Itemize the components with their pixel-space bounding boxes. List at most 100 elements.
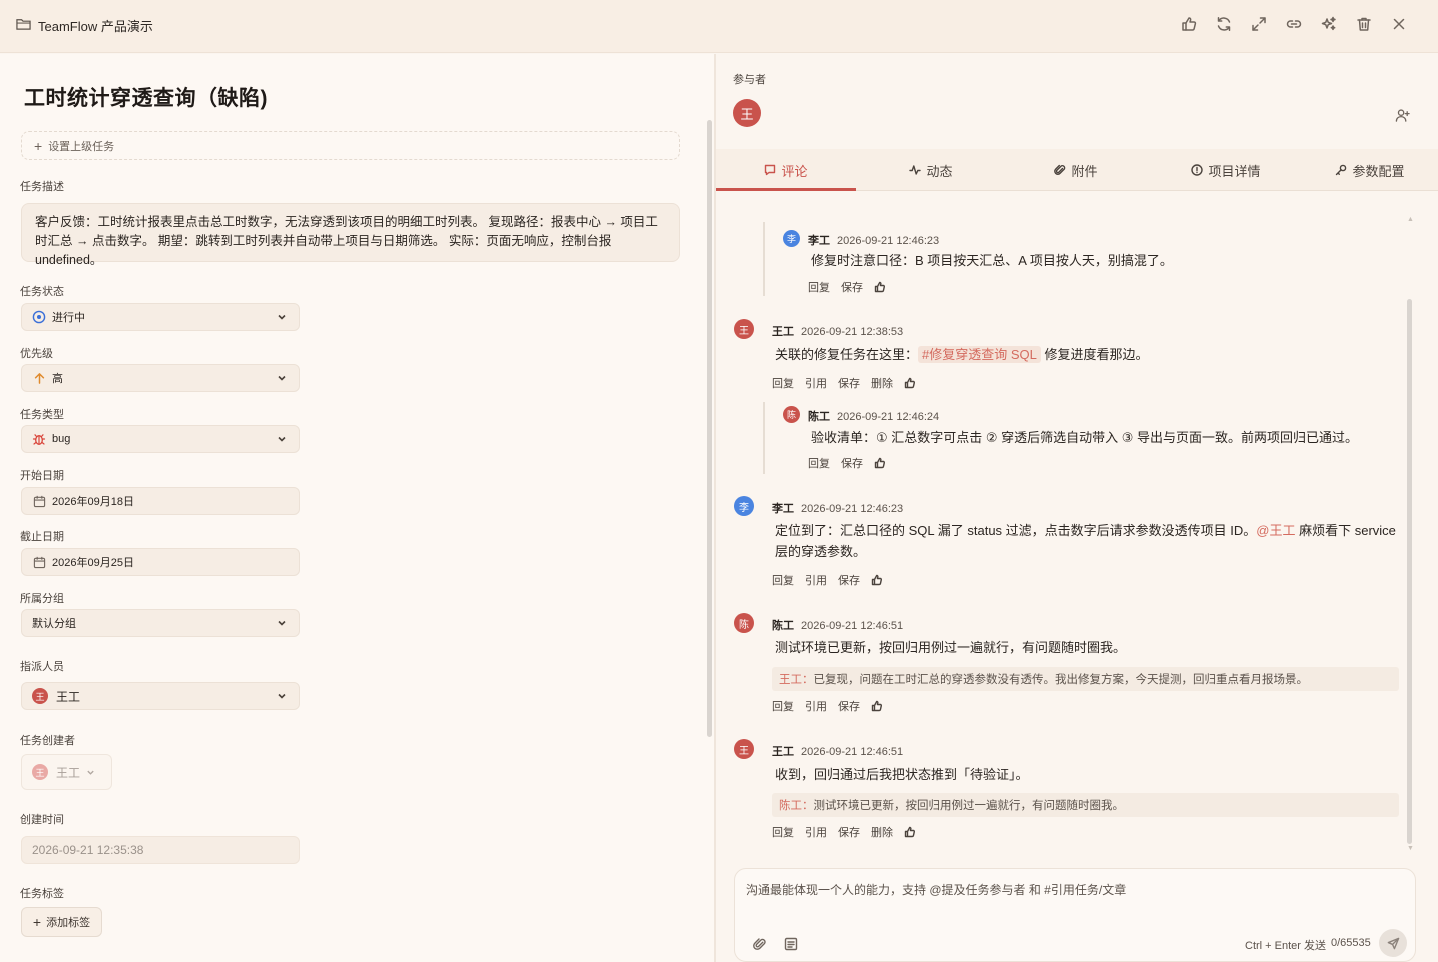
trash-icon[interactable] xyxy=(1355,15,1373,33)
thumbs-up-icon[interactable] xyxy=(904,377,916,389)
type-value: bug xyxy=(52,433,71,445)
plus-icon: + xyxy=(34,137,43,154)
sparkle-icon[interactable] xyxy=(1320,15,1338,33)
save-button[interactable]: 保存 xyxy=(838,572,860,588)
avatar: 王 xyxy=(32,688,48,704)
quote-button[interactable]: 引用 xyxy=(805,572,827,588)
quote-button[interactable]: 引用 xyxy=(805,824,827,840)
thumbs-up-icon[interactable] xyxy=(874,281,886,293)
add-participant-icon[interactable] xyxy=(1392,105,1412,125)
tab-project-details[interactable]: 项目详情 xyxy=(1156,149,1296,191)
avatar: 王 xyxy=(734,739,754,759)
due-date-field[interactable]: 2026年09月25日 xyxy=(21,548,300,576)
expand-icon[interactable] xyxy=(1250,15,1268,33)
send-button[interactable] xyxy=(1379,929,1407,957)
title-bar: TeamFlow 产品演示 xyxy=(0,0,1438,53)
reply-button[interactable]: 回复 xyxy=(772,698,794,714)
add-tag-button[interactable]: + 添加标签 xyxy=(21,907,102,937)
scroll-down-icon[interactable]: ▼ xyxy=(1407,845,1414,852)
quote-button[interactable]: 引用 xyxy=(805,698,827,714)
reply-button[interactable]: 回复 xyxy=(808,279,830,295)
tab-activity[interactable]: 动态 xyxy=(861,149,1001,191)
thread-line xyxy=(763,222,765,296)
group-value: 默认分组 xyxy=(32,618,76,630)
participant-avatar[interactable]: 王 xyxy=(733,99,761,127)
delete-button[interactable]: 删除 xyxy=(871,824,893,840)
comment-time: 2026-09-21 12:46:24 xyxy=(837,411,940,423)
thumbs-up-icon[interactable] xyxy=(904,826,916,838)
comment-icon xyxy=(765,164,776,176)
description-field[interactable]: 客户反馈：工时统计报表里点击总工时数字，无法穿透到该项目的明细工时列表。 复现路… xyxy=(21,203,680,267)
reply-button[interactable]: 回复 xyxy=(772,824,794,840)
save-button[interactable]: 保存 xyxy=(838,375,860,391)
refresh-icon[interactable] xyxy=(1215,15,1233,33)
priority-select[interactable]: 高 xyxy=(21,364,300,392)
set-parent-task-button[interactable]: + 设置上级任务 xyxy=(21,131,680,160)
status-select[interactable]: 进行中 xyxy=(21,303,300,331)
creator-select: 王 王工 xyxy=(21,754,112,790)
assignee-label: 指派人员 xyxy=(20,661,64,673)
avatar: 李 xyxy=(734,496,754,516)
comment-time: 2026-09-21 12:46:51 xyxy=(801,620,904,632)
thumbs-up-icon[interactable] xyxy=(871,574,883,586)
bug-icon xyxy=(32,432,46,446)
comment-list: ▲ ▼ 李 李工 2026-09-21 12:46:23 修复时注意口径：B 项目… xyxy=(716,192,1438,862)
key-icon xyxy=(1336,164,1347,176)
reply-button[interactable]: 回复 xyxy=(772,375,794,391)
comment-text: 收到，回归通过后我把状态推到「待验证」。 xyxy=(775,767,1029,782)
comment-text-part: 修复进度看那边。 xyxy=(1040,347,1149,362)
status-label: 任务状态 xyxy=(20,286,64,298)
quote-button[interactable]: 引用 xyxy=(805,375,827,391)
arrow-up-icon xyxy=(32,371,46,385)
thumbs-up-icon[interactable] xyxy=(874,457,886,469)
thumbs-up-icon[interactable] xyxy=(1180,15,1198,33)
start-date-field[interactable]: 2026年09月18日 xyxy=(21,487,300,515)
comment-composer[interactable]: 沟通最能体现一个人的能力，支持 @提及任务参与者 和 #引用任务/文章 Ctrl… xyxy=(734,868,1416,962)
chevron-down-icon xyxy=(277,618,287,628)
comment-author: 王工 xyxy=(772,326,794,338)
assignee-select[interactable]: 王 王工 xyxy=(21,682,300,710)
comment-input[interactable]: 沟通最能体现一个人的能力，支持 @提及任务参与者 和 #引用任务/文章 xyxy=(746,881,1126,898)
group-label: 所属分组 xyxy=(20,593,64,605)
parent-task-label: 设置上级任务 xyxy=(48,140,115,153)
tab-label: 评论 xyxy=(781,163,808,179)
assignee-value: 王工 xyxy=(56,689,81,704)
avatar: 王 xyxy=(734,319,754,339)
comment-meta: 陈工 2026-09-21 12:46:24 xyxy=(808,408,939,424)
add-tag-label: 添加标签 xyxy=(46,917,91,929)
close-icon[interactable] xyxy=(1390,15,1408,33)
comment-scrollbar[interactable] xyxy=(1407,299,1412,844)
type-select[interactable]: bug xyxy=(21,425,300,453)
group-select[interactable]: 默认分组 xyxy=(21,609,300,637)
link-icon[interactable] xyxy=(1285,15,1303,33)
created-time-label: 创建时间 xyxy=(20,814,64,826)
reply-button[interactable]: 回复 xyxy=(808,455,830,471)
scroll-up-icon[interactable]: ▲ xyxy=(1407,216,1414,223)
task-title[interactable]: 工时统计穿透查询（缺陷) xyxy=(24,82,268,112)
status-value: 进行中 xyxy=(52,312,85,324)
attach-icon[interactable] xyxy=(753,937,769,953)
mention-link[interactable]: @王工 xyxy=(1256,523,1295,538)
start-date-label: 开始日期 xyxy=(20,470,64,482)
chevron-down-icon xyxy=(277,691,287,701)
thumbs-up-icon[interactable] xyxy=(871,700,883,712)
save-button[interactable]: 保存 xyxy=(838,698,860,714)
reply-button[interactable]: 回复 xyxy=(772,572,794,588)
save-button[interactable]: 保存 xyxy=(838,824,860,840)
comment-text-part: 定位到了：汇总口径的 SQL 漏了 status 过滤，点击数字后请求参数没透传… xyxy=(775,523,1257,538)
save-button[interactable]: 保存 xyxy=(841,279,863,295)
tab-label: 附件 xyxy=(1071,163,1098,179)
tab-comments[interactable]: 评论 xyxy=(716,149,856,191)
quoted-comment: 陈工： 测试环境已更新，按回归用例过一遍就行，有问题随时圈我。 xyxy=(772,793,1399,817)
delete-button[interactable]: 删除 xyxy=(871,375,893,391)
left-scrollbar[interactable] xyxy=(707,120,712,737)
task-reference-link[interactable]: #修复穿透查询 SQL xyxy=(918,346,1041,363)
thread-line xyxy=(763,402,765,474)
tab-attachments[interactable]: 附件 xyxy=(1006,149,1146,191)
template-icon[interactable] xyxy=(784,937,800,953)
comment-meta: 李工 2026-09-21 12:46:23 xyxy=(808,232,939,248)
comment-author: 李工 xyxy=(772,503,794,515)
tab-parameters[interactable]: 参数配置 xyxy=(1300,149,1438,191)
save-button[interactable]: 保存 xyxy=(841,455,863,471)
comment-time: 2026-09-21 12:38:53 xyxy=(801,326,904,338)
